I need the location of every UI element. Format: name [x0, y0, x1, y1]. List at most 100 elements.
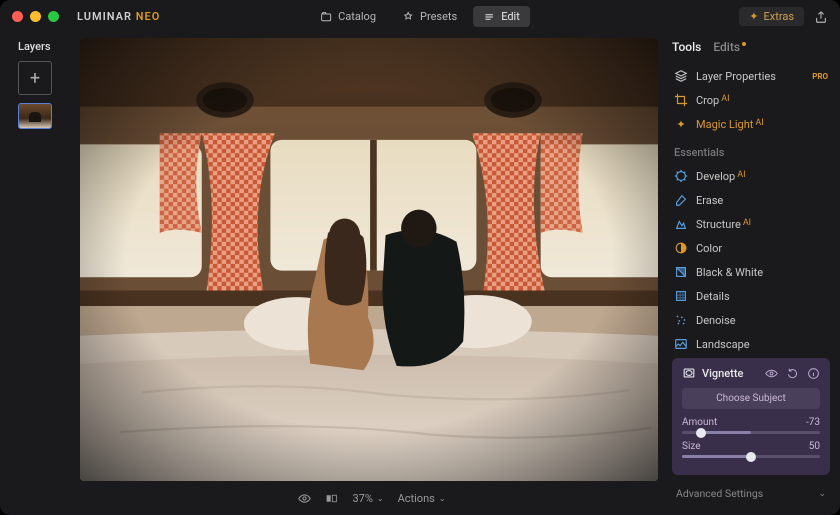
pro-badge: PRO [812, 72, 828, 81]
nav-edit[interactable]: Edit [473, 6, 530, 27]
info-icon[interactable] [807, 367, 820, 380]
compare-icon [325, 492, 338, 505]
nav-catalog-label: Catalog [338, 10, 376, 23]
tool-layer-properties[interactable]: Layer Properties PRO [672, 64, 830, 88]
tool-label: Erase [696, 194, 723, 207]
canvas-bottom-bar: 37% ⌄ Actions ⌄ [80, 481, 664, 515]
crop-icon [674, 93, 688, 107]
tool-label: Black & White [696, 266, 763, 279]
vignette-label: Vignette [702, 367, 743, 380]
nav-presets[interactable]: Presets [392, 6, 467, 27]
size-slider[interactable] [682, 455, 820, 458]
sparkle-icon: ✦ [749, 10, 758, 23]
layers-panel: Layers + [0, 32, 80, 515]
tool-label: Details [696, 290, 730, 303]
chevron-down-icon: ⌄ [818, 489, 826, 499]
tool-label: CropAI [696, 94, 730, 107]
vignette-header-icons [765, 367, 820, 380]
actions-label: Actions [398, 492, 435, 505]
window-controls [12, 11, 59, 22]
amount-value: -73 [806, 417, 820, 428]
titlebar: LUMINAR NEO Catalog Presets Edit ✦ Extra… [0, 0, 840, 32]
tool-label: DevelopAI [696, 170, 746, 183]
layers-icon [674, 69, 688, 83]
top-nav: Catalog Presets Edit [310, 6, 530, 27]
landscape-icon [674, 337, 688, 351]
tool-label: StructureAI [696, 218, 751, 231]
tool-label: Magic LightAI [696, 118, 764, 131]
photo-preview [80, 38, 658, 481]
tool-bw[interactable]: Black & White [672, 260, 830, 284]
eye-icon [298, 492, 311, 505]
share-icon[interactable] [814, 9, 828, 23]
erase-icon [674, 193, 688, 207]
tool-label: Landscape [696, 338, 750, 351]
tool-denoise[interactable]: Denoise [672, 308, 830, 332]
amount-slider-thumb[interactable] [696, 428, 706, 438]
tool-label: Layer Properties [696, 70, 776, 83]
tool-erase[interactable]: Erase [672, 188, 830, 212]
tool-label: Color [696, 242, 722, 255]
tab-tools[interactable]: Tools [672, 40, 701, 54]
size-label: Size [682, 441, 701, 452]
premium-indicator: AI [743, 218, 751, 228]
main-body: Layers + [0, 32, 840, 515]
bw-icon [674, 265, 688, 279]
slider-amount: Amount -73 [682, 417, 820, 434]
premium-indicator: AI [737, 170, 745, 180]
edit-icon [483, 11, 495, 23]
color-icon [674, 241, 688, 255]
right-panel: Tools Edits Layer Properties PRO CropAI … [664, 32, 840, 515]
app-brand: LUMINAR NEO [77, 10, 160, 23]
extras-button[interactable]: ✦ Extras [739, 7, 804, 26]
tab-edits[interactable]: Edits [713, 40, 746, 54]
nav-edit-label: Edit [501, 10, 520, 23]
premium-indicator: AI [755, 118, 763, 128]
compare-toggle[interactable] [325, 492, 338, 505]
choose-subject-button[interactable]: Choose Subject [682, 388, 820, 409]
view-original-toggle[interactable] [298, 492, 311, 505]
visibility-icon[interactable] [765, 367, 778, 380]
reset-icon[interactable] [786, 367, 799, 380]
edits-indicator-dot [742, 42, 746, 46]
brand-text-2: NEO [132, 10, 160, 23]
zoom-dropdown[interactable]: 37% ⌄ [352, 492, 383, 505]
tool-structure[interactable]: StructureAI [672, 212, 830, 236]
premium-indicator: AI [721, 94, 729, 104]
section-essentials: Essentials [674, 146, 830, 159]
advanced-settings-toggle[interactable]: Advanced Settings ⌄ [672, 481, 830, 506]
sparkle-icon: ✦ [674, 117, 688, 131]
layers-title: Layers [18, 40, 80, 53]
close-window-button[interactable] [12, 11, 23, 22]
presets-icon [402, 11, 414, 23]
titlebar-right: ✦ Extras [739, 7, 828, 26]
tool-landscape[interactable]: Landscape [672, 332, 830, 356]
add-layer-button[interactable]: + [18, 61, 52, 95]
extras-label: Extras [764, 10, 794, 23]
chevron-down-icon: ⌄ [439, 494, 446, 503]
actions-dropdown[interactable]: Actions ⌄ [398, 492, 446, 505]
catalog-icon [320, 11, 332, 23]
develop-icon [674, 169, 688, 183]
tool-crop[interactable]: CropAI [672, 88, 830, 112]
structure-icon [674, 217, 688, 231]
size-slider-thumb[interactable] [746, 452, 756, 462]
size-value: 50 [809, 441, 820, 452]
tool-magic-light[interactable]: ✦ Magic LightAI [672, 112, 830, 136]
slider-size: Size 50 [682, 441, 820, 458]
brand-text-1: LUMINAR [77, 10, 132, 23]
zoom-value: 37% [352, 492, 372, 505]
tool-vignette-panel: Vignette Choose Subject Amount -73 [672, 358, 830, 475]
amount-slider[interactable] [682, 431, 820, 434]
image-canvas[interactable] [80, 38, 658, 481]
maximize-window-button[interactable] [48, 11, 59, 22]
vignette-header[interactable]: Vignette [682, 366, 820, 380]
tool-color[interactable]: Color [672, 236, 830, 260]
nav-catalog[interactable]: Catalog [310, 6, 386, 27]
tool-details[interactable]: Details [672, 284, 830, 308]
layer-thumbnail[interactable] [18, 103, 52, 129]
amount-label: Amount [682, 417, 717, 428]
tool-develop[interactable]: DevelopAI [672, 164, 830, 188]
canvas-area: 37% ⌄ Actions ⌄ [80, 32, 664, 515]
minimize-window-button[interactable] [30, 11, 41, 22]
